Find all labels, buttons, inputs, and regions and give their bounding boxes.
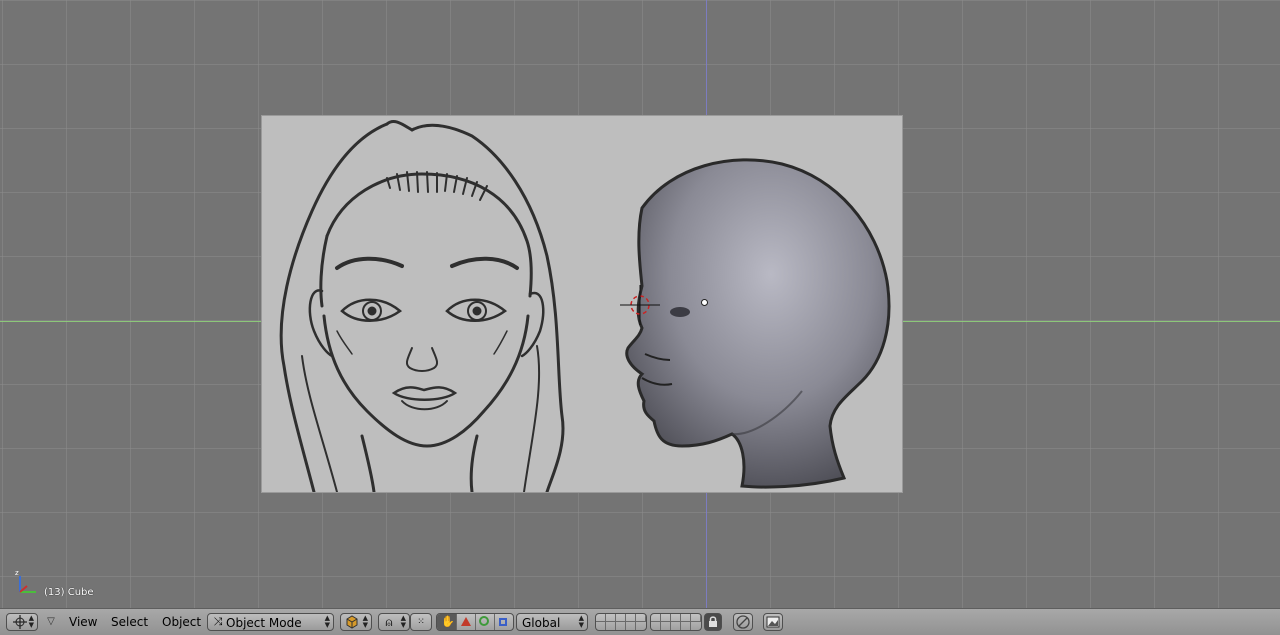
- layer-button[interactable]: [681, 622, 691, 630]
- layer-button[interactable]: [636, 614, 646, 622]
- layer-button[interactable]: [671, 622, 681, 630]
- object-menu[interactable]: Object: [162, 615, 201, 629]
- svg-text:z: z: [15, 569, 19, 577]
- hand-manipulator-icon[interactable]: ✋: [437, 614, 457, 630]
- render-button[interactable]: [763, 613, 783, 631]
- snap-icon: ⁙: [417, 617, 425, 627]
- layer-button[interactable]: [681, 614, 691, 622]
- layer-button[interactable]: [661, 614, 671, 622]
- layer-lock-button[interactable]: [704, 613, 722, 631]
- selector-arrows: ▲ ▼: [400, 614, 406, 629]
- rotate-icon[interactable]: [476, 614, 495, 630]
- triangle-down-icon[interactable]: ▽: [44, 614, 58, 630]
- transform-orientation-selector[interactable]: Global ▲ ▼: [516, 613, 588, 631]
- background-reference-image: [262, 116, 902, 492]
- layer-button[interactable]: [596, 622, 606, 630]
- object-mode-icon: ⤨: [213, 615, 223, 628]
- layer-button[interactable]: [661, 622, 671, 630]
- selector-arrows: ▲ ▼: [324, 614, 330, 629]
- orientation-axes-icon: z: [15, 569, 36, 593]
- reference-sketch-drawing: [279, 120, 891, 492]
- manipulator-group[interactable]: ✋: [436, 613, 514, 631]
- translate-icon[interactable]: [457, 614, 476, 630]
- editor-type-selector[interactable]: ▲ ▼: [6, 613, 38, 631]
- proportional-edit-button[interactable]: [733, 613, 753, 631]
- snap-options-button[interactable]: ⁙: [410, 613, 432, 631]
- layer-button[interactable]: [626, 614, 636, 622]
- layer-button[interactable]: [691, 622, 701, 630]
- layers-group-2[interactable]: [650, 613, 702, 631]
- 3d-view-icon: [13, 615, 27, 629]
- object-origin-point: [701, 299, 708, 306]
- layer-button[interactable]: [616, 614, 626, 622]
- lock-icon: [709, 616, 717, 627]
- layer-button[interactable]: [651, 614, 661, 622]
- layer-button[interactable]: [616, 622, 626, 630]
- layer-button[interactable]: [606, 622, 616, 630]
- layer-button[interactable]: [626, 622, 636, 630]
- orientation-selector-value: Global: [522, 616, 561, 630]
- mode-selector[interactable]: ⤨ Object Mode ▲ ▼: [207, 613, 334, 631]
- layers-group-1[interactable]: [595, 613, 647, 631]
- mode-selector-value: Object Mode: [226, 616, 302, 630]
- layer-button[interactable]: [636, 622, 646, 630]
- selector-arrows: ▲ ▼: [362, 614, 368, 629]
- selected-object-info: (13) Cube: [44, 587, 94, 598]
- 3d-viewport[interactable]: z (13) Cube: [0, 0, 1280, 608]
- proportional-edit-icon: [736, 615, 750, 629]
- select-menu[interactable]: Select: [111, 615, 148, 629]
- selector-arrows: ▲ ▼: [578, 614, 584, 629]
- viewport-shading-selector[interactable]: ▲ ▼: [340, 613, 372, 631]
- layer-button[interactable]: [596, 614, 606, 622]
- 3d-view-header: ▲ ▼ ▽ View Select Object ⤨ Object Mode ▲ ▼…: [0, 608, 1280, 635]
- layer-button[interactable]: [671, 614, 681, 622]
- view-menu[interactable]: View: [69, 615, 97, 629]
- 3d-cursor-icon: [620, 285, 660, 325]
- layer-button[interactable]: [606, 614, 616, 622]
- render-icon: [766, 616, 780, 628]
- scale-icon[interactable]: [495, 614, 513, 630]
- solid-shading-icon: [346, 615, 358, 629]
- layer-button[interactable]: [651, 622, 661, 630]
- pivot-point-selector[interactable]: ⍝ ▲ ▼: [378, 613, 410, 631]
- pivot-point-icon: ⍝: [385, 615, 393, 629]
- selector-arrows: ▲ ▼: [28, 614, 34, 629]
- layer-button[interactable]: [691, 614, 701, 622]
